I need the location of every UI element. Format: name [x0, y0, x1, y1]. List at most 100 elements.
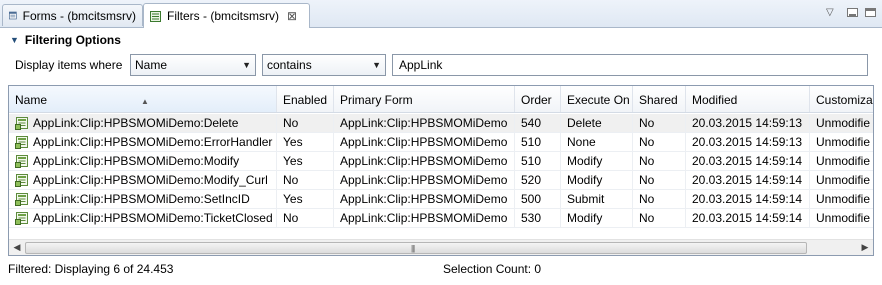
- field-dropdown-value: Name: [135, 58, 168, 72]
- filter-list-icon: [150, 10, 161, 22]
- cell-primary-form: AppLink:Clip:HPBSMOMiDemo: [334, 114, 515, 133]
- cell-primary-form: AppLink:Clip:HPBSMOMiDemo: [334, 190, 515, 209]
- cell-text: 20.03.2015 14:59:14: [692, 173, 803, 187]
- cell-text: No: [639, 211, 655, 225]
- horizontal-scrollbar[interactable]: ◀ ||| ▶: [9, 239, 873, 255]
- column-header-name[interactable]: ▲ Name: [9, 86, 277, 112]
- column-header-customization[interactable]: Customiza: [810, 86, 873, 112]
- row-gridline: [9, 227, 873, 228]
- filter-object-icon: [15, 193, 28, 206]
- cell-shared: No: [633, 190, 686, 209]
- cell-order: 540: [515, 114, 561, 133]
- column-header-shared[interactable]: Shared: [633, 86, 686, 112]
- section-title: Filtering Options: [24, 33, 121, 47]
- maximize-icon[interactable]: [865, 8, 876, 17]
- table-row[interactable]: AppLink:Clip:HPBSMOMiDemo:TicketClosed No…: [9, 209, 873, 228]
- cell-shared: No: [633, 152, 686, 171]
- cell-enabled: Yes: [277, 152, 334, 171]
- scroll-left-icon[interactable]: ◀: [10, 242, 24, 253]
- cell-name: AppLink:Clip:HPBSMOMiDemo:ErrorHandler: [9, 133, 277, 152]
- cell-text: Unmodifie: [816, 173, 871, 187]
- column-header-order[interactable]: Order: [515, 86, 561, 112]
- cell-name: AppLink:Clip:HPBSMOMiDemo:TicketClosed: [9, 209, 277, 228]
- table-header: ▲ Name Enabled Primary Form Order Execut…: [9, 86, 873, 113]
- cell-modified: 20.03.2015 14:59:14: [686, 190, 810, 209]
- tab-filters[interactable]: Filters - (bmcitsmsrv) ⊠: [143, 3, 310, 28]
- cell-enabled: No: [277, 171, 334, 190]
- cell-enabled: No: [277, 114, 334, 133]
- cell-enabled: No: [277, 209, 334, 228]
- cell-text: AppLink:Clip:HPBSMOMiDemo:TicketClosed: [33, 211, 273, 225]
- filter-value-text: AppLink: [399, 58, 443, 72]
- cell-order: 520: [515, 171, 561, 190]
- cell-execute-on: Submit: [561, 190, 633, 209]
- cell-text: AppLink:Clip:HPBSMOMiDemo: [340, 211, 508, 225]
- scroll-right-icon[interactable]: ▶: [858, 242, 872, 253]
- filter-value-input[interactable]: AppLink: [392, 54, 868, 76]
- cell-modified: 20.03.2015 14:59:13: [686, 133, 810, 152]
- cell-shared: No: [633, 133, 686, 152]
- column-header-execute-on[interactable]: Execute On: [561, 86, 633, 112]
- cell-text: AppLink:Clip:HPBSMOMiDemo: [340, 154, 508, 168]
- table-row[interactable]: AppLink:Clip:HPBSMOMiDemo:ErrorHandler Ye…: [9, 133, 873, 152]
- table-row[interactable]: AppLink:Clip:HPBSMOMiDemo:Delete No AppLin…: [9, 114, 873, 133]
- cell-text: 20.03.2015 14:59:14: [692, 192, 803, 206]
- cell-text: No: [639, 135, 655, 149]
- collapse-triangle-icon[interactable]: ▼: [10, 35, 19, 45]
- cell-order: 510: [515, 133, 561, 152]
- dropdown-arrow-icon: ▼: [242, 60, 251, 70]
- cell-text: Modify: [567, 173, 603, 187]
- cell-text: No: [283, 173, 299, 187]
- cell-modified: 20.03.2015 14:59:14: [686, 171, 810, 190]
- cell-text: 20.03.2015 14:59:14: [692, 154, 803, 168]
- editor-tab-strip: Forms - (bmcitsmsrv) Filters - (bmcitsms…: [0, 0, 882, 28]
- cell-execute-on: None: [561, 133, 633, 152]
- tab-forms[interactable]: Forms - (bmcitsmsrv): [2, 4, 143, 26]
- cell-name: AppLink:Clip:HPBSMOMiDemo:Delete: [9, 114, 277, 133]
- display-items-label: Display items where: [15, 58, 123, 72]
- filter-object-icon: [15, 136, 28, 149]
- cell-primary-form: AppLink:Clip:HPBSMOMiDemo: [334, 152, 515, 171]
- table-row[interactable]: AppLink:Clip:HPBSMOMiDemo:Modify_Curl No A…: [9, 171, 873, 190]
- cell-order: 500: [515, 190, 561, 209]
- filter-object-icon: [15, 212, 28, 225]
- cell-text: Unmodifie: [816, 135, 871, 149]
- cell-text: Submit: [567, 192, 605, 206]
- cell-text: AppLink:Clip:HPBSMOMiDemo:Modify: [33, 154, 240, 168]
- filter-object-icon: [15, 117, 28, 130]
- cell-customization: Unmodifie: [810, 152, 873, 171]
- cell-execute-on: Modify: [561, 152, 633, 171]
- cell-enabled: Yes: [277, 190, 334, 209]
- cell-modified: 20.03.2015 14:59:14: [686, 152, 810, 171]
- selection-count-text: Selection Count: 0: [443, 262, 542, 276]
- cell-text: No: [639, 192, 655, 206]
- operator-dropdown[interactable]: contains ▼: [262, 54, 386, 76]
- cell-name: AppLink:Clip:HPBSMOMiDemo:Modify_Curl: [9, 171, 277, 190]
- table-row[interactable]: AppLink:Clip:HPBSMOMiDemo:Modify Yes AppLi…: [9, 152, 873, 171]
- cell-customization: Unmodifie: [810, 209, 873, 228]
- table-row[interactable]: AppLink:Clip:HPBSMOMiDemo:SetIncID Yes App…: [9, 190, 873, 209]
- close-tab-icon[interactable]: ⊠: [287, 9, 297, 23]
- field-dropdown[interactable]: Name ▼: [130, 54, 256, 76]
- cell-primary-form: AppLink:Clip:HPBSMOMiDemo: [334, 209, 515, 228]
- cell-modified: 20.03.2015 14:59:14: [686, 209, 810, 228]
- minimize-icon[interactable]: [847, 8, 858, 17]
- operator-dropdown-value: contains: [267, 58, 312, 72]
- cell-order: 510: [515, 152, 561, 171]
- cell-text: 510: [521, 154, 542, 168]
- column-header-modified[interactable]: Modified: [686, 86, 810, 112]
- column-header-enabled[interactable]: Enabled: [277, 86, 334, 112]
- cell-name: AppLink:Clip:HPBSMOMiDemo:Modify: [9, 152, 277, 171]
- tab-filters-label: Filters - (bmcitsmsrv): [167, 9, 279, 23]
- scrollbar-thumb[interactable]: |||: [25, 242, 807, 254]
- view-menu-icon[interactable]: ▽: [826, 7, 834, 18]
- cell-text: Modify: [567, 211, 603, 225]
- cell-text: 540: [521, 116, 542, 130]
- cell-text: AppLink:Clip:HPBSMOMiDemo: [340, 116, 508, 130]
- filtering-options-header[interactable]: ▼ Filtering Options: [10, 33, 121, 47]
- cell-customization: Unmodifie: [810, 171, 873, 190]
- column-header-primary-form[interactable]: Primary Form: [334, 86, 515, 112]
- cell-shared: No: [633, 114, 686, 133]
- cell-primary-form: AppLink:Clip:HPBSMOMiDemo: [334, 133, 515, 152]
- cell-text: 500: [521, 192, 542, 206]
